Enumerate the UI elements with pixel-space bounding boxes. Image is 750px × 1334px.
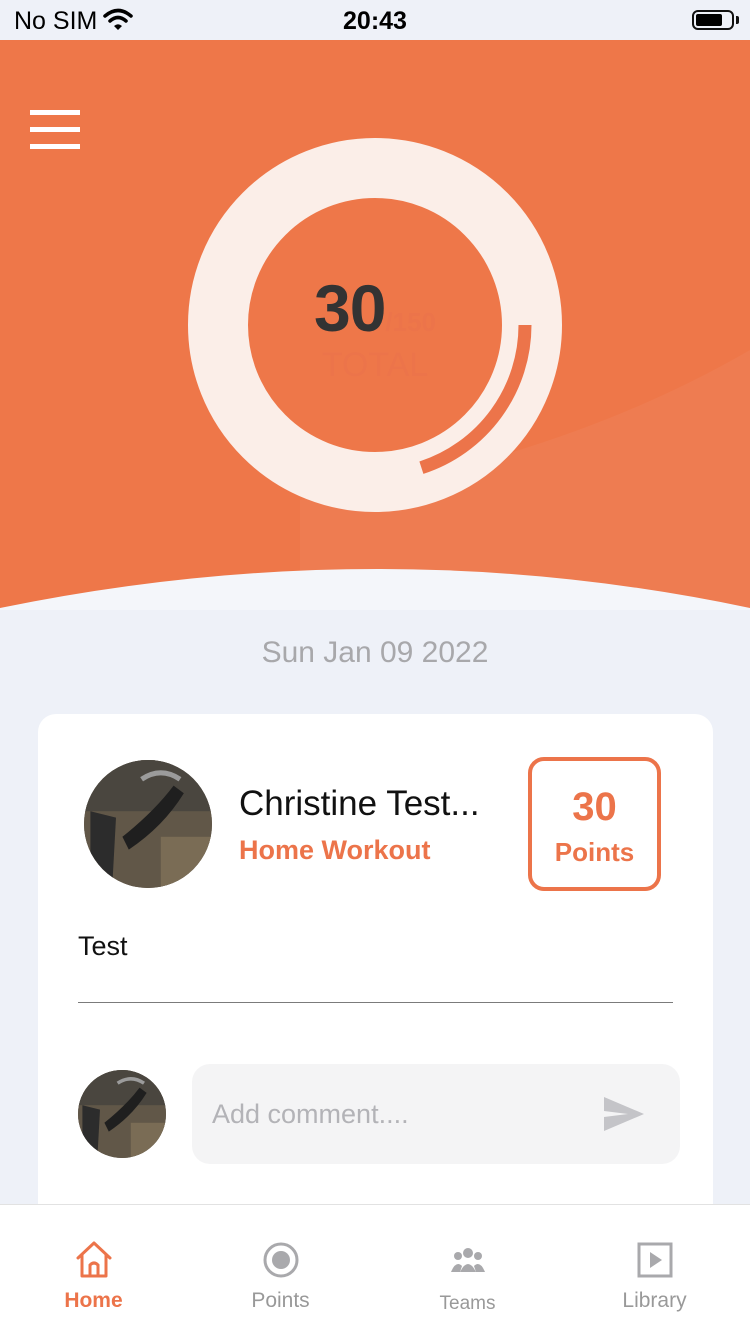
score-line: 30/150 [248, 270, 502, 346]
tab-points[interactable]: Points [187, 1205, 374, 1334]
send-icon[interactable] [602, 1094, 646, 1134]
points-badge: 30 Points [528, 757, 661, 891]
tab-library[interactable]: Library [561, 1205, 748, 1334]
workout-type: Home Workout [239, 835, 431, 865]
tab-home-label: Home [64, 1289, 123, 1312]
home-icon [76, 1241, 112, 1278]
teams-icon [451, 1248, 485, 1272]
points-label: Points [554, 837, 635, 867]
post-text: Test [78, 931, 128, 961]
score-header: 30/150 TOTAL [0, 40, 750, 610]
score-value: 30 [313, 271, 386, 345]
commenter-avatar [78, 1070, 166, 1158]
battery-tip [736, 16, 739, 24]
status-bar: No SIM 20:43 [0, 0, 750, 40]
tab-bar: Home Points Teams Library [0, 1204, 750, 1334]
post-card: Christine Test... Home Workout 30 Points… [38, 714, 713, 1234]
divider [78, 1002, 673, 1003]
user-avatar[interactable] [84, 760, 212, 888]
status-time: 20:43 [343, 7, 407, 35]
tab-teams[interactable]: Teams [374, 1205, 561, 1334]
comment-input[interactable] [212, 1094, 592, 1134]
tab-teams-label: Teams [439, 1293, 496, 1314]
points-value: 30 [572, 785, 617, 829]
user-name[interactable]: Christine Test... [239, 784, 509, 824]
feed-date: Sun Jan 09 2022 [261, 636, 489, 669]
battery-icon [692, 10, 734, 30]
points-icon [263, 1242, 299, 1278]
tab-home[interactable]: Home [0, 1205, 187, 1334]
menu-icon[interactable] [30, 110, 80, 150]
tab-points-label: Points [251, 1289, 310, 1312]
library-icon [637, 1242, 673, 1278]
comment-box [192, 1064, 680, 1164]
score-display: 30/150 TOTAL [248, 198, 502, 452]
score-max: /150 [385, 307, 437, 337]
tab-library-label: Library [622, 1289, 687, 1312]
score-label: TOTAL [321, 346, 429, 384]
